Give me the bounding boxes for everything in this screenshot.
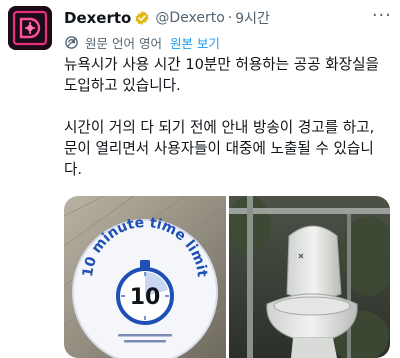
- tweet-header: Dexerto @Dexerto · 9시간 ···: [64, 7, 392, 29]
- translate-icon: [65, 35, 78, 49]
- tweet-media: 10 minute time limit 10: [64, 196, 390, 358]
- dexerto-logo-icon: [8, 6, 52, 50]
- tweet-line: 시간이 거의 다 되기 전에 안내 방송이 경고를 하고,: [64, 119, 375, 136]
- tweet-line: 도입하고 있습니다.: [64, 77, 181, 94]
- separator-dot: ·: [227, 10, 233, 26]
- author-avatar[interactable]: [8, 6, 52, 50]
- timer-number: 10: [130, 285, 161, 310]
- tweet-text: 뉴욕시가 사용 시간 10분만 허용하는 공공 화장실을 도입하고 있습니다. …: [64, 54, 396, 180]
- tweet-paragraph-1: 뉴욕시가 사용 시간 10분만 허용하는 공공 화장실을 도입하고 있습니다.: [64, 54, 396, 96]
- translation-notice: 원문 언어 영어 원본 보기: [64, 33, 220, 51]
- tweet-line: 문이 열리면서 사용자들이 대중에 노출될 수 있습니: [64, 140, 374, 157]
- author-name[interactable]: Dexerto: [64, 9, 131, 27]
- verified-gold-badge-icon: [135, 11, 149, 25]
- author-handle[interactable]: @Dexerto: [155, 10, 224, 26]
- more-options-icon[interactable]: ···: [372, 7, 392, 25]
- tweet-paragraph-2: 시간이 거의 다 되기 전에 안내 방송이 경고를 하고, 문이 열리면서 사용…: [64, 117, 396, 180]
- media-image-toilet[interactable]: [229, 196, 390, 358]
- tweet-timestamp[interactable]: 9시간: [235, 8, 270, 28]
- timer-sign-image: 10 minute time limit 10: [64, 196, 226, 358]
- media-image-timer-sign[interactable]: 10 minute time limit 10: [64, 196, 226, 358]
- show-original-link[interactable]: 원본 보기: [170, 33, 220, 52]
- tweet-line: 다.: [64, 161, 83, 178]
- translation-label: 원문 언어 영어: [85, 35, 162, 51]
- tweet-line: 뉴욕시가 사용 시간 10분만 허용하는 공공 화장실을: [64, 56, 379, 73]
- toilet-photo-image: [229, 196, 390, 358]
